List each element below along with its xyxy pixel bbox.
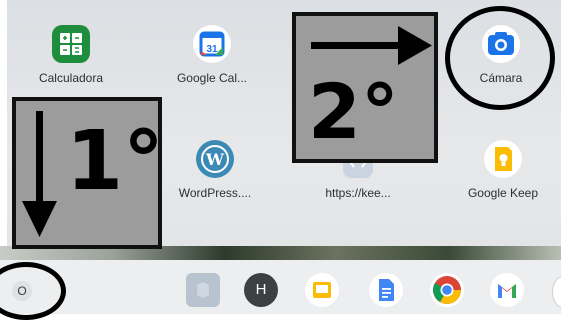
profile-avatar[interactable]: H [244,273,278,307]
wordpress-glyph-text: W [205,150,225,169]
app-label: Calculadora [38,71,104,85]
app-label: https://kee... [325,186,391,200]
app-label: Google Keep [467,186,539,200]
calendar-day-text: 31 [206,44,218,55]
chrome-icon[interactable] [430,273,464,307]
app-label: WordPress.... [178,186,252,200]
avatar-letter: H [255,281,267,298]
app-icon[interactable] [186,273,220,307]
app-wordpress[interactable]: W WordPress.... [160,140,270,200]
app-google-calendar[interactable]: 31 Google Cal... [157,25,267,85]
annotation-box-step2: 2° [292,12,438,163]
calculator-icon [52,25,90,63]
shelf [0,260,561,314]
wordpress-icon: W [196,140,234,178]
keep-icon [484,140,522,178]
step1-label: 1° [66,114,165,209]
app-calculadora[interactable]: Calculadora [16,25,126,85]
gmail-icon[interactable] [490,273,524,307]
app-google-keep[interactable]: Google Keep [448,140,558,200]
highlight-camera-circle [445,6,555,110]
step2-label: 2° [308,67,399,156]
launcher-button[interactable]: O [12,281,32,301]
app-label: Google Cal... [176,71,248,85]
docs-icon[interactable] [369,273,403,307]
launcher-glyph: O [17,284,27,298]
annotation-box-step1: 1° [12,97,165,249]
slides-icon[interactable] [305,273,339,307]
calendar-icon: 31 [193,25,231,63]
